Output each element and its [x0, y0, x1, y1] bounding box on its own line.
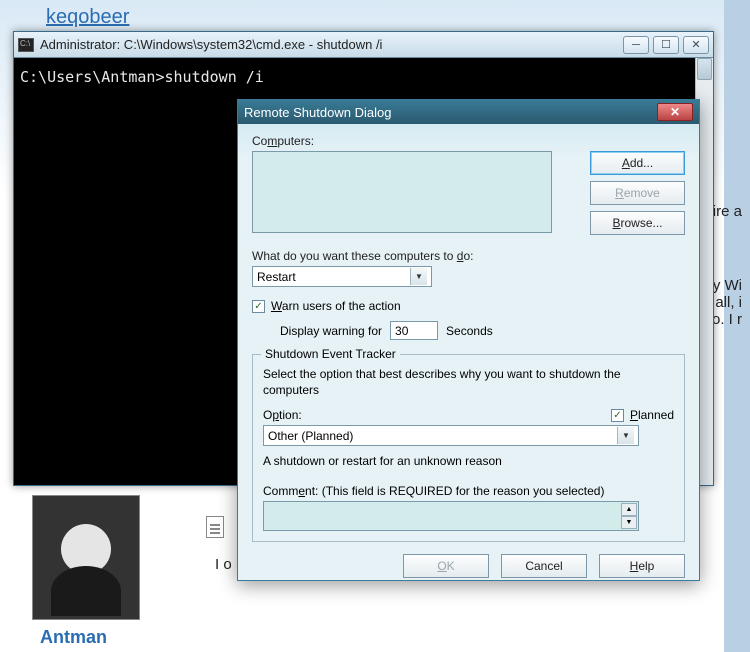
username-link[interactable]: keqobeer	[46, 6, 129, 29]
cancel-button[interactable]: Cancel	[501, 554, 587, 578]
computers-listbox[interactable]	[252, 151, 552, 233]
cmd-title: Administrator: C:\Windows\system32\cmd.e…	[40, 37, 617, 52]
cmd-titlebar[interactable]: Administrator: C:\Windows\system32\cmd.e…	[14, 32, 713, 58]
option-label: Option:	[263, 408, 302, 422]
warning-seconds-input[interactable]	[390, 321, 438, 340]
minimize-button[interactable]: ─	[623, 36, 649, 54]
computers-label: Computers:	[252, 134, 685, 148]
reason-description: A shutdown or restart for an unknown rea…	[263, 454, 674, 468]
remove-button: Remove	[590, 181, 685, 205]
browse-button[interactable]: Browse...	[590, 211, 685, 235]
dialog-title: Remote Shutdown Dialog	[244, 105, 657, 120]
help-button[interactable]: Help	[599, 554, 685, 578]
dialog-titlebar[interactable]: Remote Shutdown Dialog ✕	[238, 100, 699, 124]
reason-select[interactable]: Other (Planned) ▼	[263, 425, 639, 446]
seconds-label: Seconds	[446, 324, 493, 338]
ok-button: OK	[403, 554, 489, 578]
document-icon	[206, 516, 224, 538]
planned-checkbox[interactable]: ✓	[611, 409, 624, 422]
cmd-system-icon[interactable]	[18, 38, 34, 52]
tracker-legend: Shutdown Event Tracker	[261, 347, 400, 361]
comment-scroll-up[interactable]: ▲	[621, 503, 637, 516]
bg-text-fragment: all, i	[715, 294, 742, 311]
chevron-down-icon: ▼	[410, 268, 427, 285]
remote-shutdown-dialog: Remote Shutdown Dialog ✕ Computers: Add.…	[237, 99, 700, 581]
warn-users-checkbox[interactable]: ✓	[252, 300, 265, 313]
cmd-scroll-thumb[interactable]	[697, 58, 712, 80]
maximize-button[interactable]: ☐	[653, 36, 679, 54]
close-button[interactable]: ✕	[683, 36, 709, 54]
bg-text-fragment: o. I r	[712, 311, 742, 328]
comment-textarea[interactable]: ▲ ▼	[263, 501, 639, 531]
action-select-value: Restart	[257, 270, 410, 284]
what-do-label: What do you want these computers to do:	[252, 249, 685, 263]
reason-select-value: Other (Planned)	[268, 429, 617, 443]
add-button[interactable]: Add...	[590, 151, 685, 175]
avatar[interactable]	[32, 495, 140, 620]
tracker-description: Select the option that best describes wh…	[263, 367, 674, 398]
display-warning-label: Display warning for	[280, 324, 382, 338]
dialog-close-button[interactable]: ✕	[657, 103, 693, 121]
planned-label: Planned	[630, 408, 674, 422]
chevron-down-icon: ▼	[617, 427, 634, 444]
shutdown-event-tracker-group: Shutdown Event Tracker Select the option…	[252, 354, 685, 542]
warn-users-label: Warn users of the action	[271, 299, 401, 313]
comment-label: Comment: (This field is REQUIRED for the…	[263, 484, 674, 498]
avatar-username[interactable]: Antman	[40, 627, 107, 648]
action-select[interactable]: Restart ▼	[252, 266, 432, 287]
comment-scroll-down[interactable]: ▼	[621, 516, 637, 529]
